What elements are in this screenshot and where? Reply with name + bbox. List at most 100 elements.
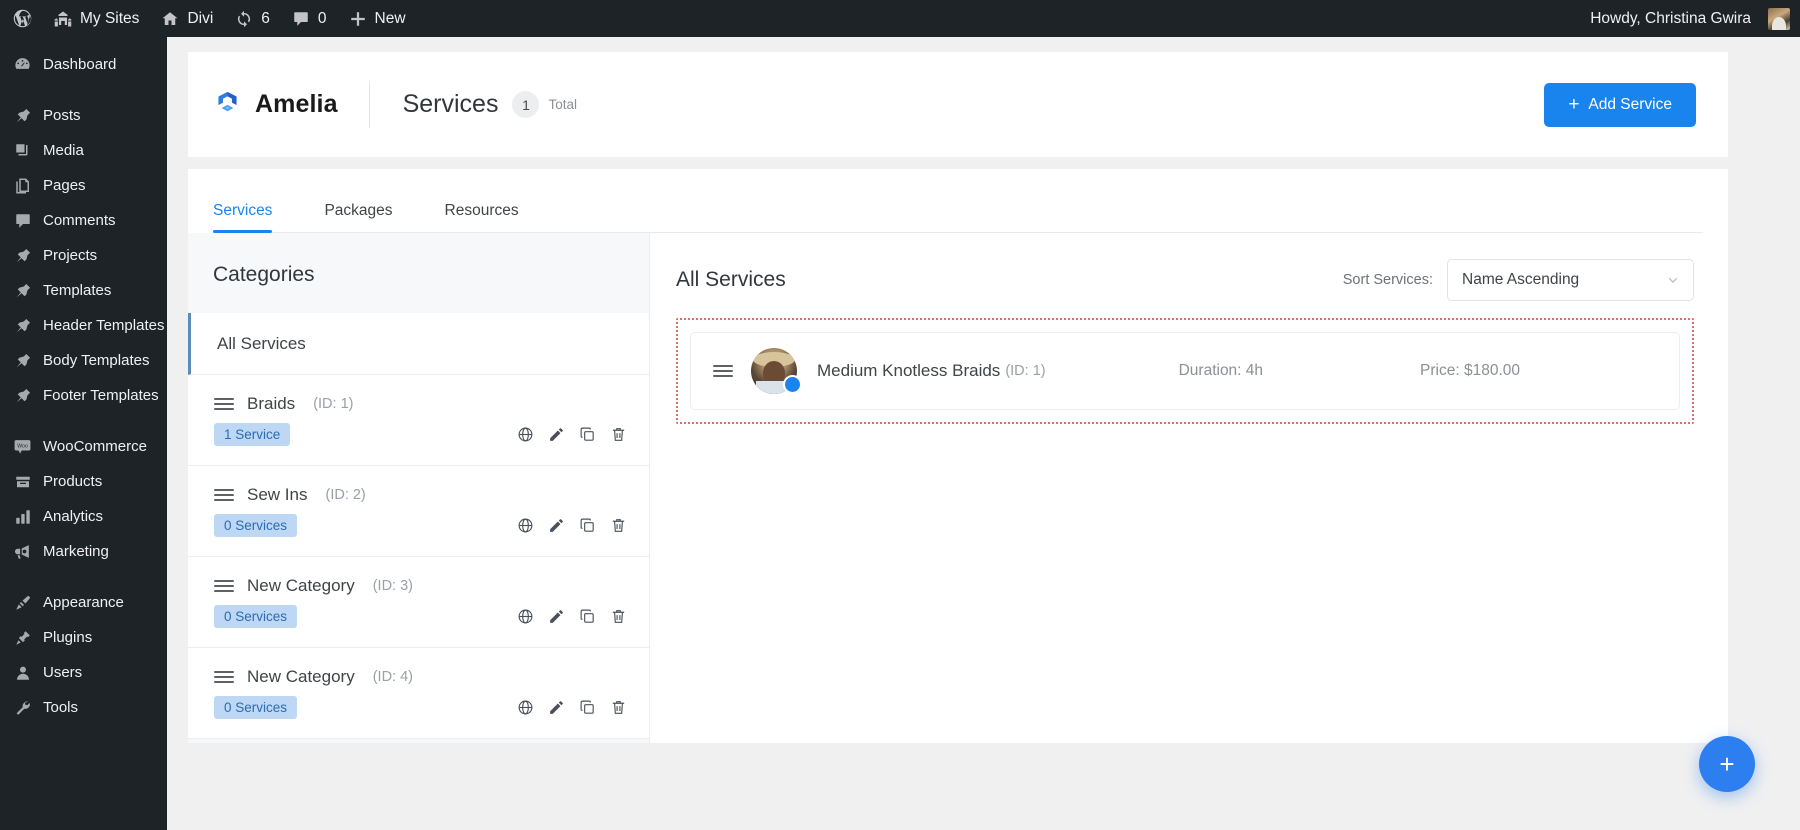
services-dropzone[interactable]: Medium Knotless Braids (ID: 1) Duration:… [676,318,1694,424]
categories-title: Categories [188,233,649,313]
sidebar-item-label: Pages [43,178,86,193]
category-name: Braids [247,394,295,414]
globe-icon[interactable] [517,517,534,534]
sort-label: Sort Services: [1343,272,1433,288]
sort-services-select[interactable]: Name Ascending [1447,259,1694,301]
sidebar-item-woocommerce[interactable]: Woo WooCommerce [0,429,167,464]
admin-bar-item-updates[interactable]: 6 [224,0,281,37]
admin-bar-item-comments[interactable]: 0 [281,0,338,37]
sidebar-item-posts[interactable]: Posts [0,98,167,133]
category-row-bottom: 0 Services [214,514,627,537]
sidebar-item-plugins[interactable]: Plugins [0,620,167,655]
sidebar-item-label: Comments [43,213,116,228]
add-service-button[interactable]: + Add Service [1544,83,1696,127]
category-row-bottom: 1 Service [214,423,627,446]
products-icon [12,471,33,492]
admin-bar-item-divi[interactable]: Divi [150,0,224,37]
sort-selected-value: Name Ascending [1462,271,1579,289]
sidebar-item-label: Footer Templates [43,388,159,403]
amelia-body: Categories All Services Braids (ID: 1) 1… [188,233,1728,743]
category-id: (ID: 3) [373,578,413,594]
account-menu[interactable]: Howdy, Christina Gwira [1579,0,1790,37]
tab-list: Services Packages Resources [213,202,1703,233]
duplicate-copy-icon[interactable] [579,426,596,443]
page-title: Services [403,90,499,119]
tab-services[interactable]: Services [213,202,272,232]
category-actions [517,608,627,625]
drag-handle-icon[interactable] [214,398,234,410]
header-divider [369,82,370,128]
multisite-icon [54,10,72,28]
sidebar-item-analytics[interactable]: Analytics [0,499,167,534]
admin-bar-item-new[interactable]: New [338,0,417,37]
category-item-sew-ins[interactable]: Sew Ins (ID: 2) 0 Services [188,466,649,557]
plus-icon: + [1719,751,1734,777]
sidebar-item-pages[interactable]: Pages [0,168,167,203]
sidebar-item-header-templates[interactable]: Header Templates [0,308,167,343]
service-row[interactable]: Medium Knotless Braids (ID: 1) Duration:… [690,332,1680,410]
paintbrush-icon [12,592,33,613]
sidebar-item-label: Marketing [43,544,109,559]
globe-icon[interactable] [517,426,534,443]
duplicate-copy-icon[interactable] [579,699,596,716]
duplicate-copy-icon[interactable] [579,517,596,534]
sidebar-item-products[interactable]: Products [0,464,167,499]
category-row-bottom: 0 Services [214,696,627,719]
sidebar-item-marketing[interactable]: Marketing [0,534,167,569]
trash-delete-icon[interactable] [610,426,627,443]
analytics-bars-icon [12,506,33,527]
service-duration: Duration: 4h [1179,362,1263,380]
drag-handle-icon[interactable] [713,365,733,377]
wrench-icon [12,697,33,718]
pencil-edit-icon[interactable] [548,426,565,443]
sidebar-item-comments[interactable]: Comments [0,203,167,238]
sidebar-item-tools[interactable]: Tools [0,690,167,725]
dashboard-icon [12,54,33,75]
sidebar-item-users[interactable]: Users [0,655,167,690]
sidebar-item-media[interactable]: Media [0,133,167,168]
sidebar-item-label: Appearance [43,595,124,610]
floating-add-button[interactable]: + [1699,736,1755,792]
globe-icon[interactable] [517,608,534,625]
tab-packages[interactable]: Packages [324,202,392,232]
drag-handle-icon[interactable] [214,671,234,683]
service-name: Medium Knotless Braids [817,361,1000,381]
category-item-new-category-4[interactable]: New Category (ID: 4) 0 Services [188,648,649,739]
category-item-all-services[interactable]: All Services [188,313,649,375]
trash-delete-icon[interactable] [610,517,627,534]
wordpress-logo-button[interactable] [0,0,43,37]
pencil-edit-icon[interactable] [548,517,565,534]
trash-delete-icon[interactable] [610,699,627,716]
duplicate-copy-icon[interactable] [579,608,596,625]
globe-icon[interactable] [517,699,534,716]
sidebar-item-appearance[interactable]: Appearance [0,585,167,620]
sidebar-item-body-templates[interactable]: Body Templates [0,343,167,378]
sidebar-item-templates[interactable]: Templates [0,273,167,308]
pencil-edit-icon[interactable] [548,699,565,716]
admin-bar-item-my-sites[interactable]: My Sites [43,0,150,37]
services-title: All Services [676,268,786,292]
media-icon [12,140,33,161]
sidebar-item-footer-templates[interactable]: Footer Templates [0,378,167,413]
drag-handle-icon[interactable] [214,489,234,501]
user-icon [12,662,33,683]
category-item-braids[interactable]: Braids (ID: 1) 1 Service [188,375,649,466]
category-actions [517,426,627,443]
sidebar-item-label: Tools [43,700,78,715]
updates-icon [235,10,253,28]
sidebar-item-label: Posts [43,108,81,123]
pencil-edit-icon[interactable] [548,608,565,625]
plus-icon [349,10,367,28]
services-count-badge: 1 [512,91,539,118]
plus-icon: + [1568,95,1579,114]
trash-delete-icon[interactable] [610,608,627,625]
sidebar-item-dashboard[interactable]: Dashboard [0,47,167,82]
sidebar-item-projects[interactable]: Projects [0,238,167,273]
pin-icon [12,315,33,336]
admin-bar-label: Divi [187,10,213,28]
category-item-new-category-3[interactable]: New Category (ID: 3) 0 Services [188,557,649,648]
tab-resources[interactable]: Resources [445,202,519,232]
drag-handle-icon[interactable] [214,580,234,592]
sidebar-separator [0,82,167,98]
pin-icon [12,245,33,266]
